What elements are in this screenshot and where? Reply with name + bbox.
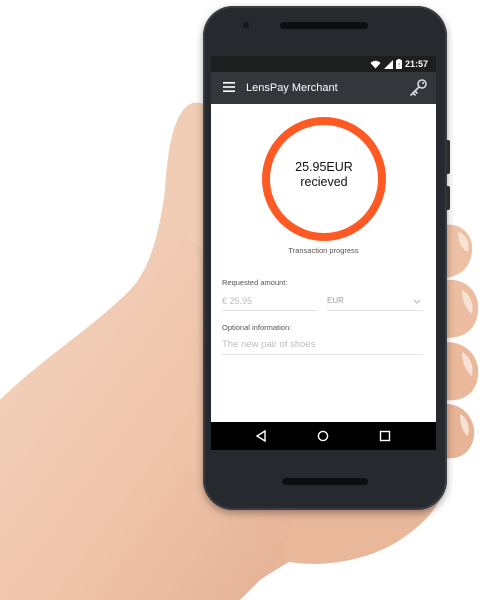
app-bar: LensPay Merchant bbox=[211, 72, 436, 104]
transaction-status: recieved bbox=[300, 175, 348, 189]
earpiece-speaker bbox=[280, 22, 368, 29]
key-icon[interactable] bbox=[408, 78, 428, 98]
app-title: LensPay Merchant bbox=[246, 82, 338, 94]
bottom-speaker bbox=[282, 478, 368, 485]
front-camera bbox=[243, 22, 249, 28]
signal-icon bbox=[383, 59, 393, 69]
hamburger-menu-icon[interactable] bbox=[223, 82, 235, 92]
power-button bbox=[446, 140, 450, 174]
progress-caption: Transaction progress bbox=[288, 246, 359, 255]
requested-amount-label: Requested amount: bbox=[222, 278, 288, 287]
main-content: 25.95EUR recieved Transaction progress R… bbox=[211, 104, 436, 450]
wifi-icon bbox=[370, 60, 381, 68]
phone-screen: ! 21:57 LensPay Merchant 25.95EUR reciev… bbox=[211, 56, 436, 450]
status-icons: ! 21:57 bbox=[370, 58, 428, 70]
status-time: 21:57 bbox=[404, 59, 428, 69]
back-icon[interactable] bbox=[255, 430, 267, 442]
transaction-amount: 25.95EUR bbox=[295, 160, 353, 174]
home-icon[interactable] bbox=[317, 430, 329, 442]
amount-input[interactable]: € 25.95 bbox=[222, 294, 318, 311]
volume-button bbox=[446, 186, 450, 210]
optional-info-input[interactable]: The new pair of shoes bbox=[222, 338, 423, 355]
chevron-down-icon bbox=[413, 299, 421, 304]
optional-info-label: Optional information: bbox=[222, 323, 292, 332]
transaction-status-text: 25.95EUR recieved bbox=[261, 160, 387, 190]
battery-icon: ! bbox=[395, 59, 402, 69]
currency-select[interactable]: EUR bbox=[327, 294, 423, 311]
currency-value: EUR bbox=[327, 296, 344, 305]
status-bar: ! 21:57 bbox=[211, 56, 436, 72]
navigation-bar bbox=[211, 422, 436, 450]
recents-icon[interactable] bbox=[379, 430, 391, 442]
svg-text:!: ! bbox=[398, 63, 400, 69]
